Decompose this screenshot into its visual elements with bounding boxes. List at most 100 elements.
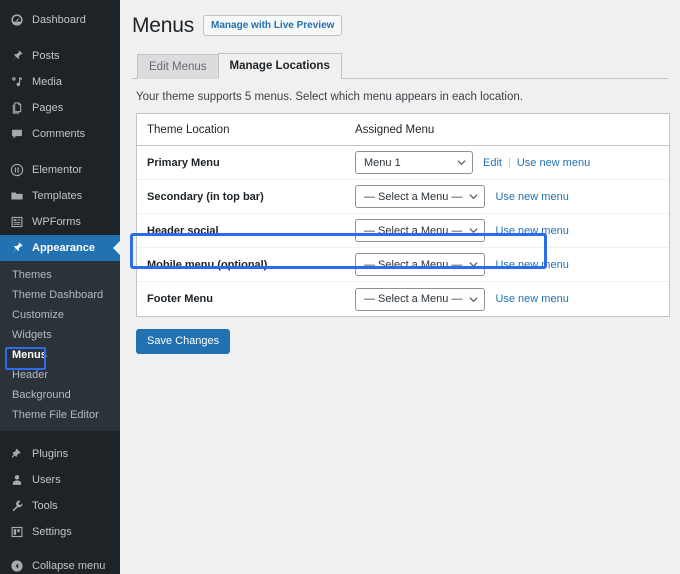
chevron-down-icon xyxy=(469,192,478,201)
sidebar-item-label: Media xyxy=(32,75,62,88)
page-description: Your theme supports 5 menus. Select whic… xyxy=(136,91,523,104)
tab-edit-menus[interactable]: Edit Menus xyxy=(137,54,219,80)
assigned-menu-select[interactable]: Menu 1 xyxy=(355,151,473,175)
tab-bar: Edit Menus Manage Locations xyxy=(132,53,668,80)
assigned-menu-cell: — Select a Menu — Use new menu xyxy=(355,253,669,277)
use-new-menu-link[interactable]: Use new menu xyxy=(495,259,568,271)
chevron-down-icon xyxy=(469,295,478,304)
column-header-theme-location: Theme Location xyxy=(147,123,230,136)
sidebar-subitem-customize[interactable]: Customize xyxy=(0,305,120,325)
use-new-menu-link[interactable]: Use new menu xyxy=(495,293,568,305)
sidebar-subitem-background[interactable]: Background xyxy=(0,385,120,405)
sidebar-item-label: Settings xyxy=(32,525,72,538)
sidebar-item-appearance[interactable]: Appearance xyxy=(0,235,120,261)
sidebar-item-collapse-menu[interactable]: Collapse menu xyxy=(0,553,120,574)
media-icon xyxy=(8,73,26,91)
sidebar-subitem-menus[interactable]: Menus xyxy=(0,345,120,365)
sidebar-item-label: Tools xyxy=(32,499,58,512)
manage-with-live-preview-button[interactable]: Manage with Live Preview xyxy=(203,15,343,37)
sidebar-item-users[interactable]: Users xyxy=(0,467,120,493)
use-new-menu-link[interactable]: Use new menu xyxy=(517,157,590,169)
row-links: Use new menu xyxy=(495,293,568,305)
sidebar-item-plugins[interactable]: Plugins xyxy=(0,441,120,467)
sidebar-subitem-theme-dashboard[interactable]: Theme Dashboard xyxy=(0,285,120,305)
row-links: Edit | Use new menu xyxy=(483,157,590,169)
assigned-menu-value: — Select a Menu — xyxy=(364,190,463,203)
table-row: Footer Menu — Select a Menu — Use new me… xyxy=(137,282,669,316)
sidebar-item-label: WPForms xyxy=(32,215,81,228)
sidebar-subitem-header[interactable]: Header xyxy=(0,365,120,385)
sidebar-subitem-widgets[interactable]: Widgets xyxy=(0,325,120,345)
sidebar-item-posts[interactable]: Posts xyxy=(0,43,120,69)
sidebar-item-label: Pages xyxy=(32,101,64,114)
wpforms-icon xyxy=(8,213,26,231)
table-row: Secondary (in top bar) — Select a Menu —… xyxy=(137,180,669,215)
plugin-icon xyxy=(8,445,26,463)
edit-menu-link[interactable]: Edit xyxy=(483,157,502,169)
assigned-menu-select[interactable]: — Select a Menu — xyxy=(355,185,486,209)
save-changes-button[interactable]: Save Changes xyxy=(136,329,231,355)
chevron-down-icon xyxy=(457,158,466,167)
table-row-mobile-menu: Mobile menu (optional) — Select a Menu —… xyxy=(137,248,669,283)
row-links: Use new menu xyxy=(495,225,568,237)
sidebar-item-label: Users xyxy=(32,473,61,486)
pin-icon xyxy=(8,47,26,65)
table-row: Primary Menu Menu 1 Edit | Use new menu xyxy=(137,146,669,181)
dashboard-icon xyxy=(8,11,26,29)
user-icon xyxy=(8,471,26,489)
wordpress-admin-screen: Dashboard Posts Media Pages Comments Ele… xyxy=(0,0,680,574)
assigned-menu-value: Menu 1 xyxy=(364,156,401,169)
table-header-row: Theme Location Assigned Menu xyxy=(137,114,669,147)
theme-location-label: Footer Menu xyxy=(147,293,213,306)
sidebar-item-label: Plugins xyxy=(32,447,69,460)
sidebar-item-wpforms[interactable]: WPForms xyxy=(0,209,120,235)
use-new-menu-link[interactable]: Use new menu xyxy=(495,225,568,237)
comments-icon xyxy=(8,125,26,143)
sidebar-item-media[interactable]: Media xyxy=(0,69,120,95)
theme-locations-table: Theme Location Assigned Menu Primary Men… xyxy=(136,113,670,318)
use-new-menu-link[interactable]: Use new menu xyxy=(495,191,568,203)
folder-icon xyxy=(8,187,26,205)
row-links: Use new menu xyxy=(495,259,568,271)
collapse-icon xyxy=(8,557,26,574)
main-content: Menus Manage with Live Preview Edit Menu… xyxy=(120,0,680,574)
sidebar-item-dashboard[interactable]: Dashboard xyxy=(0,7,120,33)
sidebar-item-comments[interactable]: Comments xyxy=(0,121,120,147)
sidebar-item-settings[interactable]: Settings xyxy=(0,519,120,545)
assigned-menu-select[interactable]: — Select a Menu — xyxy=(355,219,486,243)
admin-sidebar: Dashboard Posts Media Pages Comments Ele… xyxy=(0,0,120,574)
pages-icon xyxy=(8,99,26,117)
table-row: Header social — Select a Menu — Use new … xyxy=(137,214,669,249)
assigned-menu-value: — Select a Menu — xyxy=(364,293,463,306)
sidebar-item-pages[interactable]: Pages xyxy=(0,95,120,121)
sidebar-item-templates[interactable]: Templates xyxy=(0,183,120,209)
sidebar-item-tools[interactable]: Tools xyxy=(0,493,120,519)
sidebar-item-label: Appearance xyxy=(32,241,95,254)
theme-location-label: Mobile menu (optional) xyxy=(147,258,268,271)
sidebar-divider xyxy=(0,147,120,157)
sidebar-item-label: Posts xyxy=(32,49,60,62)
assigned-menu-value: — Select a Menu — xyxy=(364,258,463,271)
link-separator: | xyxy=(507,156,511,169)
sidebar-item-label: Collapse menu xyxy=(32,559,106,572)
brush-icon xyxy=(8,239,26,257)
column-header-assigned-menu: Assigned Menu xyxy=(355,123,435,136)
sidebar-divider xyxy=(0,431,120,441)
assigned-menu-select[interactable]: — Select a Menu — xyxy=(355,287,486,311)
sidebar-item-label: Elementor xyxy=(32,163,83,176)
assigned-menu-select[interactable]: — Select a Menu — xyxy=(355,253,486,277)
chevron-down-icon xyxy=(469,260,478,269)
sidebar-divider xyxy=(0,33,120,43)
tab-manage-locations[interactable]: Manage Locations xyxy=(217,53,342,80)
appearance-submenu: Themes Theme Dashboard Customize Widgets… xyxy=(0,261,120,431)
theme-location-label: Primary Menu xyxy=(147,156,220,169)
page-title: Menus xyxy=(132,14,195,37)
assigned-menu-cell: — Select a Menu — Use new menu xyxy=(355,185,669,209)
sidebar-subitem-themes[interactable]: Themes xyxy=(0,265,120,285)
theme-location-label: Header social xyxy=(147,224,219,237)
elementor-icon xyxy=(8,161,26,179)
sidebar-item-elementor[interactable]: Elementor xyxy=(0,157,120,183)
sidebar-subitem-theme-file-editor[interactable]: Theme File Editor xyxy=(0,405,120,425)
chevron-down-icon xyxy=(469,226,478,235)
assigned-menu-value: — Select a Menu — xyxy=(364,224,463,237)
